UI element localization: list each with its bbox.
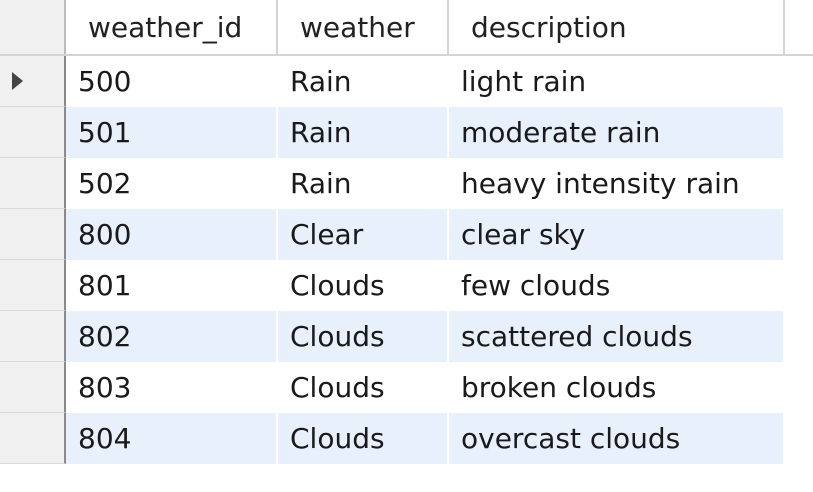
row-header[interactable]	[0, 56, 66, 107]
cell-weather-id[interactable]: 801	[66, 260, 278, 311]
cell-weather[interactable]: Clouds	[278, 362, 449, 413]
table-row[interactable]: 501 Rain moderate rain	[0, 107, 813, 158]
header-corner[interactable]	[0, 0, 66, 54]
cell-description[interactable]: scattered clouds	[449, 311, 785, 362]
cell-description[interactable]: few clouds	[449, 260, 785, 311]
row-header[interactable]	[0, 158, 66, 209]
cell-weather-id[interactable]: 800	[66, 209, 278, 260]
column-header-weather-id[interactable]: weather_id	[66, 0, 278, 54]
cell-weather-id[interactable]: 500	[66, 56, 278, 107]
cell-weather-id[interactable]: 803	[66, 362, 278, 413]
current-row-arrow-icon	[12, 72, 23, 90]
column-header-weather[interactable]: weather	[278, 0, 449, 54]
cell-weather[interactable]: Clear	[278, 209, 449, 260]
table-row[interactable]: 800 Clear clear sky	[0, 209, 813, 260]
cell-weather-id[interactable]: 502	[66, 158, 278, 209]
cell-weather[interactable]: Clouds	[278, 260, 449, 311]
table-row[interactable]: 803 Clouds broken clouds	[0, 362, 813, 413]
column-header-description[interactable]: description	[449, 0, 785, 54]
row-header[interactable]	[0, 209, 66, 260]
cell-description[interactable]: clear sky	[449, 209, 785, 260]
cell-description[interactable]: heavy intensity rain	[449, 158, 785, 209]
cell-weather-id[interactable]: 804	[66, 413, 278, 464]
table-row[interactable]: 802 Clouds scattered clouds	[0, 311, 813, 362]
table-row[interactable]: 804 Clouds overcast clouds	[0, 413, 813, 464]
cell-weather-id[interactable]: 501	[66, 107, 278, 158]
table-row[interactable]: 502 Rain heavy intensity rain	[0, 158, 813, 209]
cell-description[interactable]: overcast clouds	[449, 413, 785, 464]
table-row[interactable]: 801 Clouds few clouds	[0, 260, 813, 311]
row-header[interactable]	[0, 413, 66, 464]
cell-weather[interactable]: Rain	[278, 56, 449, 107]
cell-description[interactable]: broken clouds	[449, 362, 785, 413]
row-header[interactable]	[0, 362, 66, 413]
table-row[interactable]: 500 Rain light rain	[0, 56, 813, 107]
cell-weather-id[interactable]: 802	[66, 311, 278, 362]
row-header[interactable]	[0, 311, 66, 362]
row-header[interactable]	[0, 260, 66, 311]
cell-weather[interactable]: Clouds	[278, 413, 449, 464]
row-header[interactable]	[0, 107, 66, 158]
result-grid: weather_id weather description 500 Rain …	[0, 0, 813, 464]
cell-weather[interactable]: Rain	[278, 158, 449, 209]
grid-header: weather_id weather description	[0, 0, 813, 56]
cell-weather[interactable]: Rain	[278, 107, 449, 158]
cell-description[interactable]: moderate rain	[449, 107, 785, 158]
cell-description[interactable]: light rain	[449, 56, 785, 107]
cell-weather[interactable]: Clouds	[278, 311, 449, 362]
